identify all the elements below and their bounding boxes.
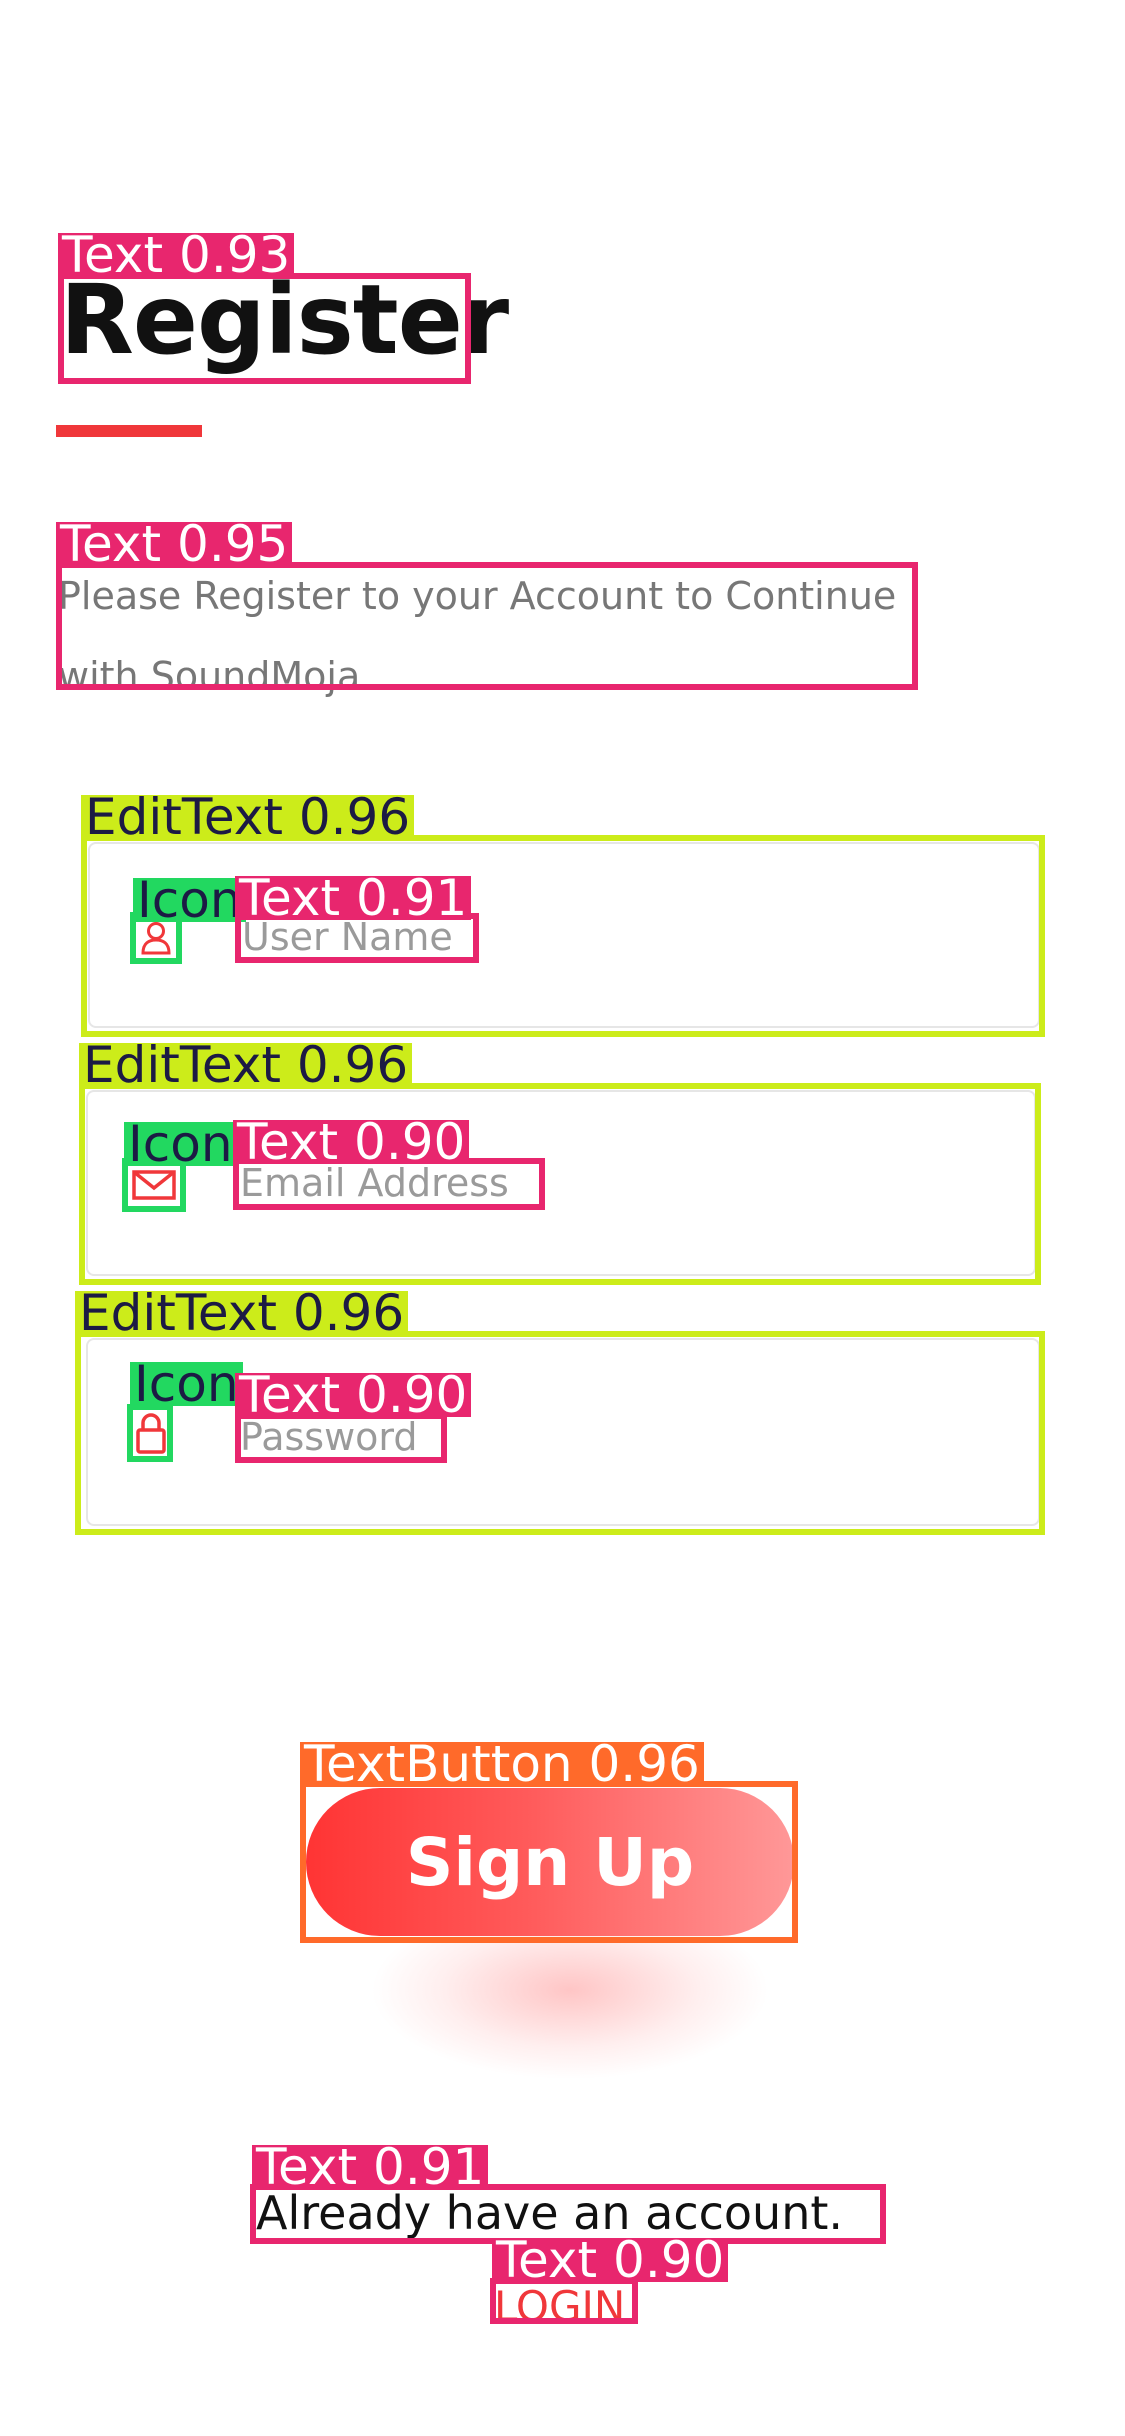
detection-label-password-text: Text 0.90 — [235, 1370, 472, 1420]
detection-label-email-field: EditText 0.96 — [79, 1040, 413, 1090]
title-underline — [56, 425, 202, 437]
detection-label-user-icon: Icon — [133, 875, 246, 925]
detection-label-signup-button: TextButton 0.96 — [300, 1739, 704, 1789]
detection-label-email-text: Text 0.90 — [233, 1117, 470, 1167]
detection-label-already-text: Text 0.91 — [252, 2142, 489, 2192]
detection-label-subtitle: Text 0.95 — [56, 519, 293, 569]
detection-box-username-field — [81, 835, 1045, 1037]
detection-label-password-field: EditText 0.96 — [75, 1288, 409, 1338]
register-screen: Register Text 0.93 Please Register to yo… — [0, 0, 1125, 2436]
detection-label-lock-icon: Icon — [130, 1359, 243, 1409]
detection-label-title: Text 0.93 — [58, 230, 295, 280]
detection-label-login: Text 0.90 — [492, 2235, 729, 2285]
detection-box-signup-button — [300, 1781, 798, 1943]
detection-label-username-text: Text 0.91 — [235, 873, 472, 923]
detection-box-title — [58, 273, 471, 384]
detection-label-username-field: EditText 0.96 — [81, 792, 415, 842]
detection-label-mail-icon: Icon — [124, 1119, 237, 1169]
detection-box-email-field — [79, 1083, 1041, 1285]
detection-box-subtitle — [56, 562, 918, 690]
